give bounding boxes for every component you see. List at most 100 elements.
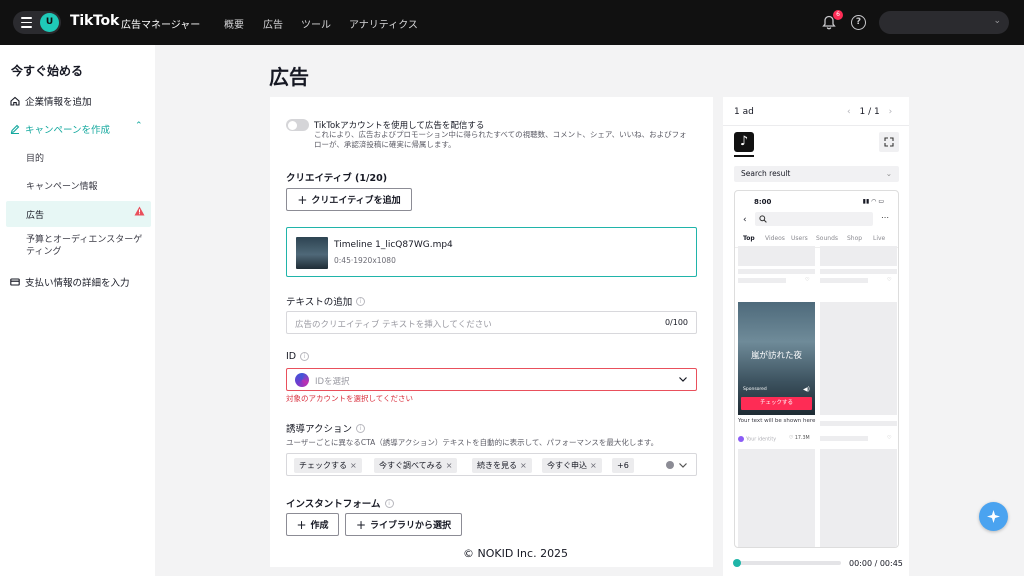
- chevron-down-icon: ⌄: [885, 169, 892, 178]
- phone-mockup: 8:00 ▮▮ ◠ ▭ ‹ ⋯ Top Videos Users Sounds …: [734, 190, 899, 548]
- divider: [723, 125, 909, 126]
- ad-text-input[interactable]: 広告のクリエイティブ テキストを挿入してください 0/100: [286, 311, 697, 334]
- cta-more-tag[interactable]: +6: [612, 458, 634, 473]
- page-current: 1: [859, 107, 866, 117]
- library-label: ライブラリから選択: [370, 521, 452, 531]
- assistant-sparkle-button[interactable]: [979, 502, 1008, 531]
- user-avatar[interactable]: U: [40, 13, 59, 32]
- chevron-down-icon[interactable]: [678, 460, 688, 470]
- plus-icon: +: [296, 517, 307, 532]
- close-icon[interactable]: ×: [446, 461, 453, 470]
- phone-tab: Users: [791, 235, 808, 242]
- nav-ads[interactable]: 広告: [263, 16, 283, 31]
- close-icon[interactable]: ×: [590, 461, 597, 470]
- help-icon[interactable]: ?: [851, 15, 866, 30]
- cta-tag[interactable]: 続きを見る ×: [472, 458, 532, 473]
- sponsored-label: Sponsored: [743, 387, 767, 392]
- heart-icon: ♡: [805, 277, 810, 283]
- chevron-down-icon: [679, 377, 687, 382]
- cta-label: 誘導アクション: [286, 424, 353, 435]
- close-icon[interactable]: ×: [520, 461, 527, 470]
- hamburger-icon[interactable]: [21, 17, 32, 28]
- cta-tag-label: 今すぐ申込: [547, 461, 587, 470]
- sidebar-item-label: 企業情報を追加: [25, 97, 92, 108]
- heart-icon: ♡: [887, 277, 892, 283]
- info-icon[interactable]: i: [356, 296, 366, 306]
- ad-preview-panel: 1 ad ‹ 1 / 1 › ♪ Search result ⌄ 8:00 ▮▮…: [723, 97, 909, 576]
- ad-text-counter: 0/100: [664, 318, 688, 327]
- identity-avatar: [295, 373, 309, 387]
- tiktok-note-icon[interactable]: ♪: [734, 132, 754, 152]
- close-icon[interactable]: ×: [350, 461, 357, 470]
- text-label-row: テキストの追加 i: [286, 294, 366, 308]
- create-form-button[interactable]: + 作成: [286, 513, 339, 536]
- creative-file-meta: 0:45·1920x1080: [334, 256, 396, 265]
- add-creative-button[interactable]: + クリエイティブを追加: [286, 188, 412, 211]
- chevron-right-icon[interactable]: ›: [889, 107, 893, 117]
- info-icon[interactable]: i: [384, 498, 394, 508]
- phone-search-bar: [755, 212, 873, 226]
- creative-item[interactable]: Timeline 1_licQ87WG.mp4 0:45·1920x1080: [286, 227, 697, 277]
- sidebar-item-objective[interactable]: 目的: [26, 151, 44, 164]
- sidebar-item-payment[interactable]: 支払い情報の詳細を入力: [10, 275, 130, 289]
- add-creative-label: クリエイティブを追加: [311, 196, 401, 206]
- warning-icon: [134, 206, 145, 216]
- home-icon: [10, 96, 20, 106]
- chevron-up-icon[interactable]: ⌃: [135, 121, 143, 131]
- cta-tag-select[interactable]: チェックする × 今すぐ調べてみる × 続きを見る × 今すぐ申込 × +6: [286, 453, 697, 476]
- toggle-description: これにより、広告およびプロモーション中に得られたすべての視聴数、コメント、シェア…: [314, 130, 687, 149]
- clear-icon[interactable]: [666, 461, 674, 469]
- sidebar-item-ads[interactable]: 広告: [26, 208, 44, 221]
- logo-subtitle: 広告マネージャー: [121, 20, 201, 31]
- preview-ad-video: 嵐が訪れた夜 Sponsored ◀) チェックする: [738, 302, 815, 415]
- account-selector[interactable]: ⌄: [879, 11, 1009, 34]
- select-from-library-button[interactable]: + ライブラリから選択: [345, 513, 462, 536]
- phone-tab: Top: [743, 235, 755, 242]
- placeholder-cell: [820, 302, 897, 415]
- tab-underline: [734, 155, 754, 157]
- back-icon: ‹: [743, 215, 747, 225]
- preview-pager: ‹ 1 / 1 ›: [847, 107, 892, 117]
- identity-placeholder: IDを選択: [315, 377, 350, 387]
- chevron-left-icon[interactable]: ‹: [847, 107, 851, 117]
- sidebar-item-campaign-info[interactable]: キャンペーン情報: [26, 179, 98, 192]
- cta-tag[interactable]: 今すぐ申込 ×: [542, 458, 602, 473]
- phone-tab: Sounds: [816, 235, 839, 242]
- card-icon: [10, 278, 20, 286]
- video-progress-bar[interactable]: [734, 561, 841, 565]
- expand-icon[interactable]: [879, 132, 899, 152]
- preview-likes: ♡ 17.3M: [789, 436, 810, 441]
- placeholder-bar: [820, 278, 868, 283]
- nav-overview[interactable]: 概要: [224, 16, 244, 31]
- phone-tab: Videos: [765, 235, 785, 242]
- nav-analytics[interactable]: アナリティクス: [349, 16, 418, 31]
- preview-ad-text: Your text will be shown here: [738, 418, 816, 424]
- sidebar: 今すぐ始める 企業情報を追加 キャンペーンを作成 ⌃ 目的 キャンペーン情報 広…: [0, 45, 155, 576]
- phone-tab: Shop: [847, 235, 863, 242]
- nav-tools[interactable]: ツール: [301, 16, 331, 31]
- placeholder-bar: [738, 269, 815, 274]
- page-title: 広告: [269, 65, 309, 89]
- placement-value: Search result: [741, 169, 791, 178]
- sidebar-item-label: キャンペーンを作成: [25, 125, 111, 136]
- sidebar-item-budget-targeting[interactable]: 予算とオーディエンスターゲティング: [26, 234, 148, 258]
- preview-ad-count: 1 ad: [734, 107, 754, 117]
- tiktok-logo[interactable]: TikTok: [70, 13, 119, 29]
- id-label-row: ID i: [286, 351, 310, 362]
- sidebar-item-label: 支払い情報の詳細を入力: [25, 278, 130, 289]
- sidebar-item-create-campaign[interactable]: キャンペーンを作成 ⌃: [10, 121, 143, 136]
- plus-icon: +: [297, 192, 308, 207]
- placement-select[interactable]: Search result ⌄: [734, 166, 899, 182]
- notification-badge: 6: [833, 10, 843, 20]
- cta-tag[interactable]: 今すぐ調べてみる ×: [374, 458, 458, 473]
- video-progress-handle[interactable]: [733, 559, 741, 567]
- menu-account-pill[interactable]: U: [13, 11, 61, 34]
- identity-select[interactable]: IDを選択: [286, 368, 697, 391]
- create-form-label: 作成: [310, 521, 329, 531]
- tiktok-account-toggle[interactable]: [286, 119, 309, 131]
- sidebar-item-company-info[interactable]: 企業情報を追加: [10, 94, 92, 108]
- info-icon[interactable]: i: [300, 352, 310, 361]
- info-icon[interactable]: i: [356, 423, 366, 433]
- cta-tag[interactable]: チェックする ×: [294, 458, 362, 473]
- ad-text-placeholder: 広告のクリエイティブ テキストを挿入してください: [295, 320, 492, 330]
